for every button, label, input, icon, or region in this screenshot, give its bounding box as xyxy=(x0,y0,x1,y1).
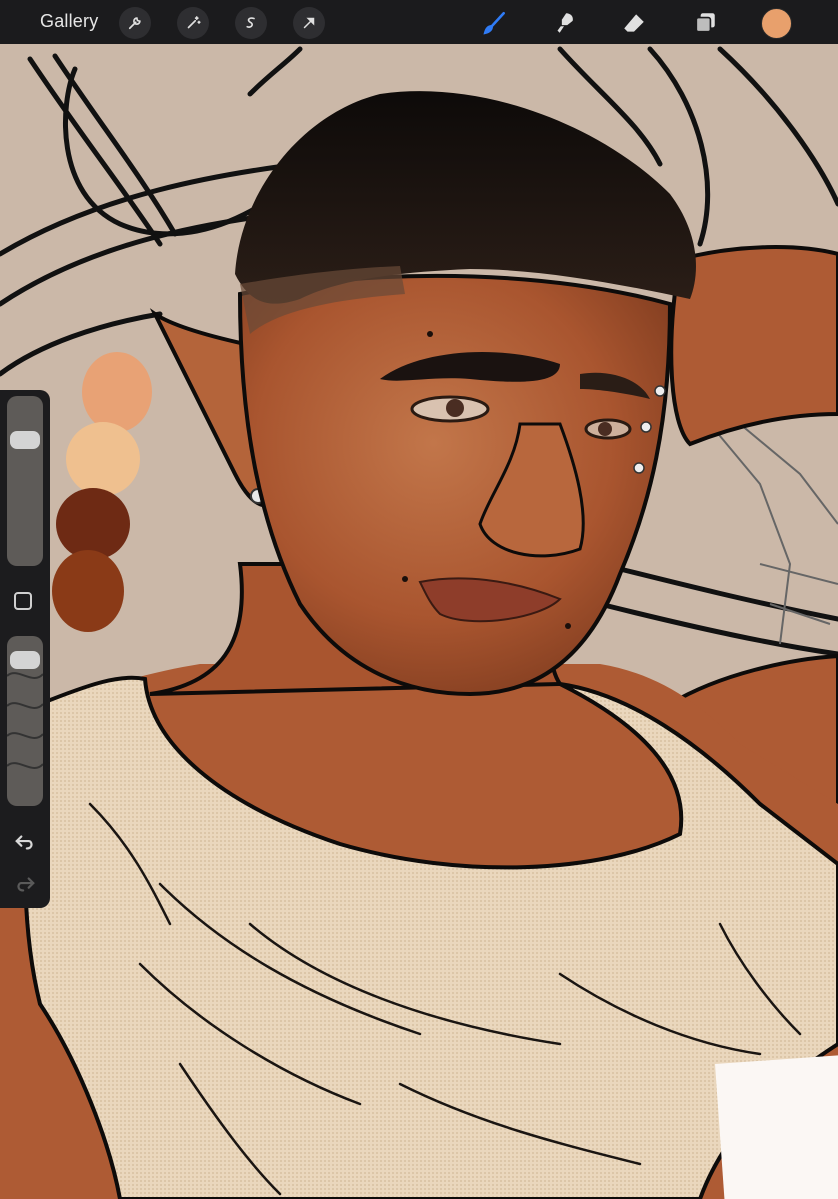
square-icon[interactable] xyxy=(14,592,32,610)
brow-piercing-1 xyxy=(654,385,666,397)
redo-button[interactable] xyxy=(11,872,39,896)
mole-3 xyxy=(565,623,571,629)
opacity-slider[interactable] xyxy=(7,636,43,806)
right-iris xyxy=(598,422,612,436)
opacity-thumb[interactable] xyxy=(10,650,40,669)
actions-button[interactable] xyxy=(119,7,151,39)
eraser-tool[interactable] xyxy=(618,7,650,39)
magic-wand-icon xyxy=(187,16,201,29)
palette-swatch-4 xyxy=(52,550,124,632)
smudge-tool[interactable] xyxy=(548,7,580,39)
transform-button[interactable] xyxy=(293,7,325,39)
brush-tool[interactable] xyxy=(479,7,511,39)
brow-piercing-3 xyxy=(633,462,645,474)
raised-arm xyxy=(669,245,838,447)
palette-swatch-3 xyxy=(56,488,130,560)
layers-icon xyxy=(695,13,715,33)
brow-piercing-2 xyxy=(640,421,652,433)
palette-swatch-1 xyxy=(82,352,152,432)
wrench-icon xyxy=(128,17,141,30)
adjustments-button[interactable] xyxy=(177,7,209,39)
eraser-icon xyxy=(624,14,644,32)
palette-swatch-2 xyxy=(66,422,140,496)
undo-button[interactable] xyxy=(11,830,39,854)
transform-arrow-icon xyxy=(303,17,315,29)
selection-icon xyxy=(246,17,255,28)
reference-paper xyxy=(715,1054,838,1199)
top-toolbar: Gallery xyxy=(0,0,838,44)
brush-size-thumb[interactable] xyxy=(10,431,40,450)
left-iris xyxy=(446,399,464,417)
drawing-canvas[interactable] xyxy=(0,44,838,1199)
brush-icon xyxy=(483,11,505,35)
selection-button[interactable] xyxy=(235,7,267,39)
mole-2 xyxy=(402,576,408,582)
layers-tool[interactable] xyxy=(689,7,721,39)
brush-size-slider[interactable] xyxy=(7,396,43,566)
redo-icon xyxy=(17,877,35,892)
undo-icon xyxy=(15,835,33,850)
left-sidebar xyxy=(0,390,50,908)
current-color-swatch[interactable] xyxy=(761,8,792,39)
gallery-button[interactable]: Gallery xyxy=(40,11,98,32)
smudge-icon xyxy=(557,13,573,33)
procreate-app: Gallery xyxy=(0,0,838,1199)
mole-1 xyxy=(427,331,433,337)
